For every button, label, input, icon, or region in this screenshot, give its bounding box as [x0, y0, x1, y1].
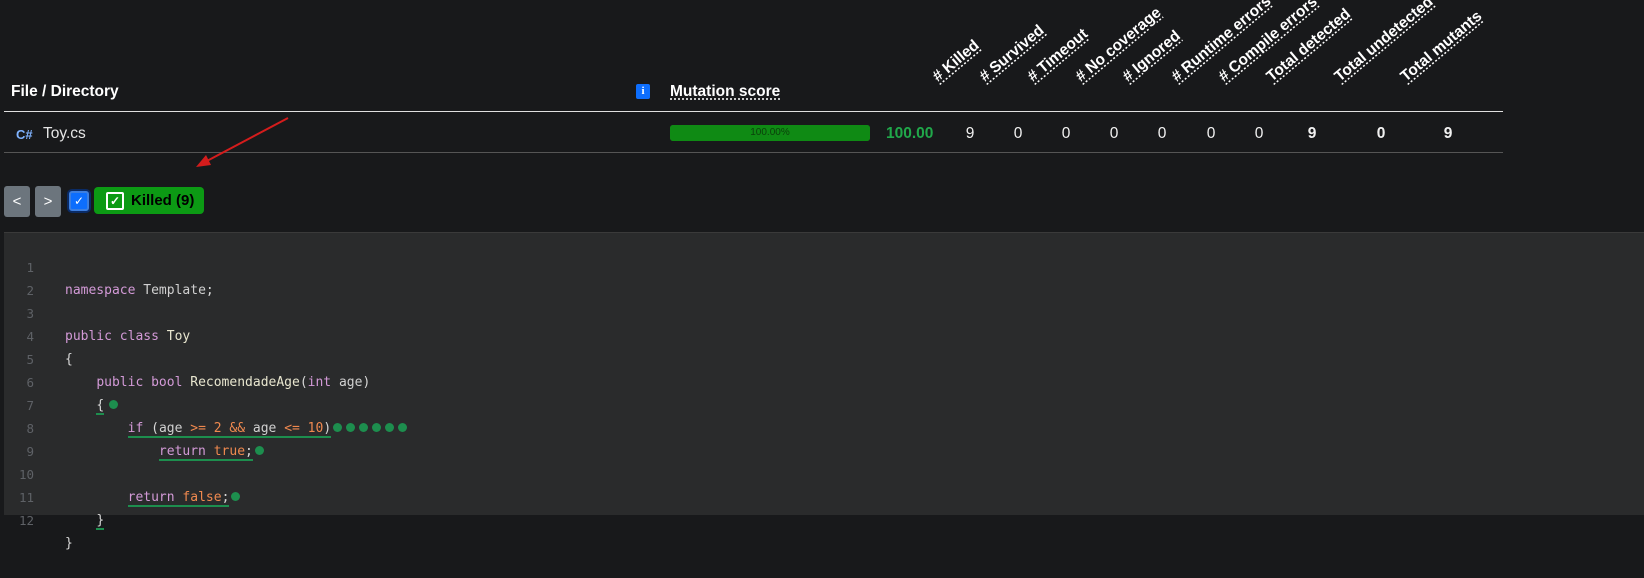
info-icon[interactable]: i [636, 84, 650, 99]
survived-count: 0 [1013, 125, 1023, 142]
code-line: 9 [4, 417, 35, 459]
timeout-count: 0 [1061, 125, 1071, 142]
mutated-statement[interactable]: return true; [158, 444, 253, 461]
progress-label: 100.00% [750, 127, 790, 138]
row-divider [4, 152, 1503, 153]
code-line: 2 [4, 256, 35, 298]
header-file-directory: File / Directory [11, 83, 119, 100]
code-line: 12 } [4, 486, 73, 551]
header-mutation-score[interactable]: Mutation score [670, 83, 780, 101]
code-line: 7 if (age >= 2 && age <= 10) [4, 371, 408, 438]
mutant-dot[interactable] [385, 423, 395, 432]
code-line: 10 return false; [4, 440, 241, 507]
code-line: 11 } [4, 463, 105, 530]
runtime-errors-count: 0 [1206, 125, 1216, 142]
killed-filter-button[interactable]: ✓ Killed (9) [94, 187, 205, 214]
killed-count: 9 [965, 125, 975, 142]
show-all-checkbox[interactable]: ✓ [69, 191, 89, 211]
mutant-dot[interactable] [333, 423, 343, 432]
mutant-dot[interactable] [254, 446, 264, 455]
header-divider [4, 111, 1503, 112]
mutated-block[interactable]: { [96, 398, 105, 415]
code-line: 1 namespace Template; [4, 233, 213, 298]
mutant-dot[interactable] [372, 423, 382, 432]
total-undetected-count: 0 [1376, 125, 1386, 142]
file-name-link[interactable]: Toy.cs [43, 125, 86, 143]
mutant-dot[interactable] [398, 423, 408, 432]
code-line: 6 { [4, 348, 119, 415]
next-mutant-button[interactable]: > [35, 186, 61, 217]
code-view: 1 namespace Template; 2 3 public class T… [4, 232, 1644, 551]
total-mutants-count: 9 [1443, 125, 1453, 142]
compile-errors-count: 0 [1254, 125, 1264, 142]
ignored-count: 0 [1157, 125, 1167, 142]
header-killed[interactable]: # Killed [929, 37, 983, 86]
mutated-expression[interactable]: if (age >= 2 && age <= 10) [127, 421, 332, 438]
line-number: 12 [18, 513, 34, 528]
csharp-icon: C# [16, 127, 33, 142]
code-line: 8 return true; [4, 394, 264, 461]
mutant-dot[interactable] [359, 423, 369, 432]
previous-mutant-button[interactable]: < [4, 186, 30, 217]
total-detected-count: 9 [1307, 125, 1317, 142]
mutant-dot[interactable] [231, 492, 241, 501]
mutated-statement[interactable]: return false; [127, 490, 230, 507]
killed-filter-label: Killed (9) [131, 192, 195, 209]
code-line: 5 public bool RecomendadeAge(int age) [4, 325, 370, 390]
mutated-block-end[interactable]: } [96, 513, 105, 530]
mutant-dot[interactable] [346, 423, 356, 432]
code-line: 3 public class Toy [4, 279, 190, 344]
mutant-dot[interactable] [109, 400, 119, 409]
code-line: 4 { [4, 302, 72, 367]
check-icon: ✓ [106, 191, 124, 210]
no-coverage-count: 0 [1109, 125, 1119, 142]
mutation-score-progress-bar: 100.00% [670, 125, 870, 141]
mutation-score-value: 100.00 [886, 125, 934, 142]
